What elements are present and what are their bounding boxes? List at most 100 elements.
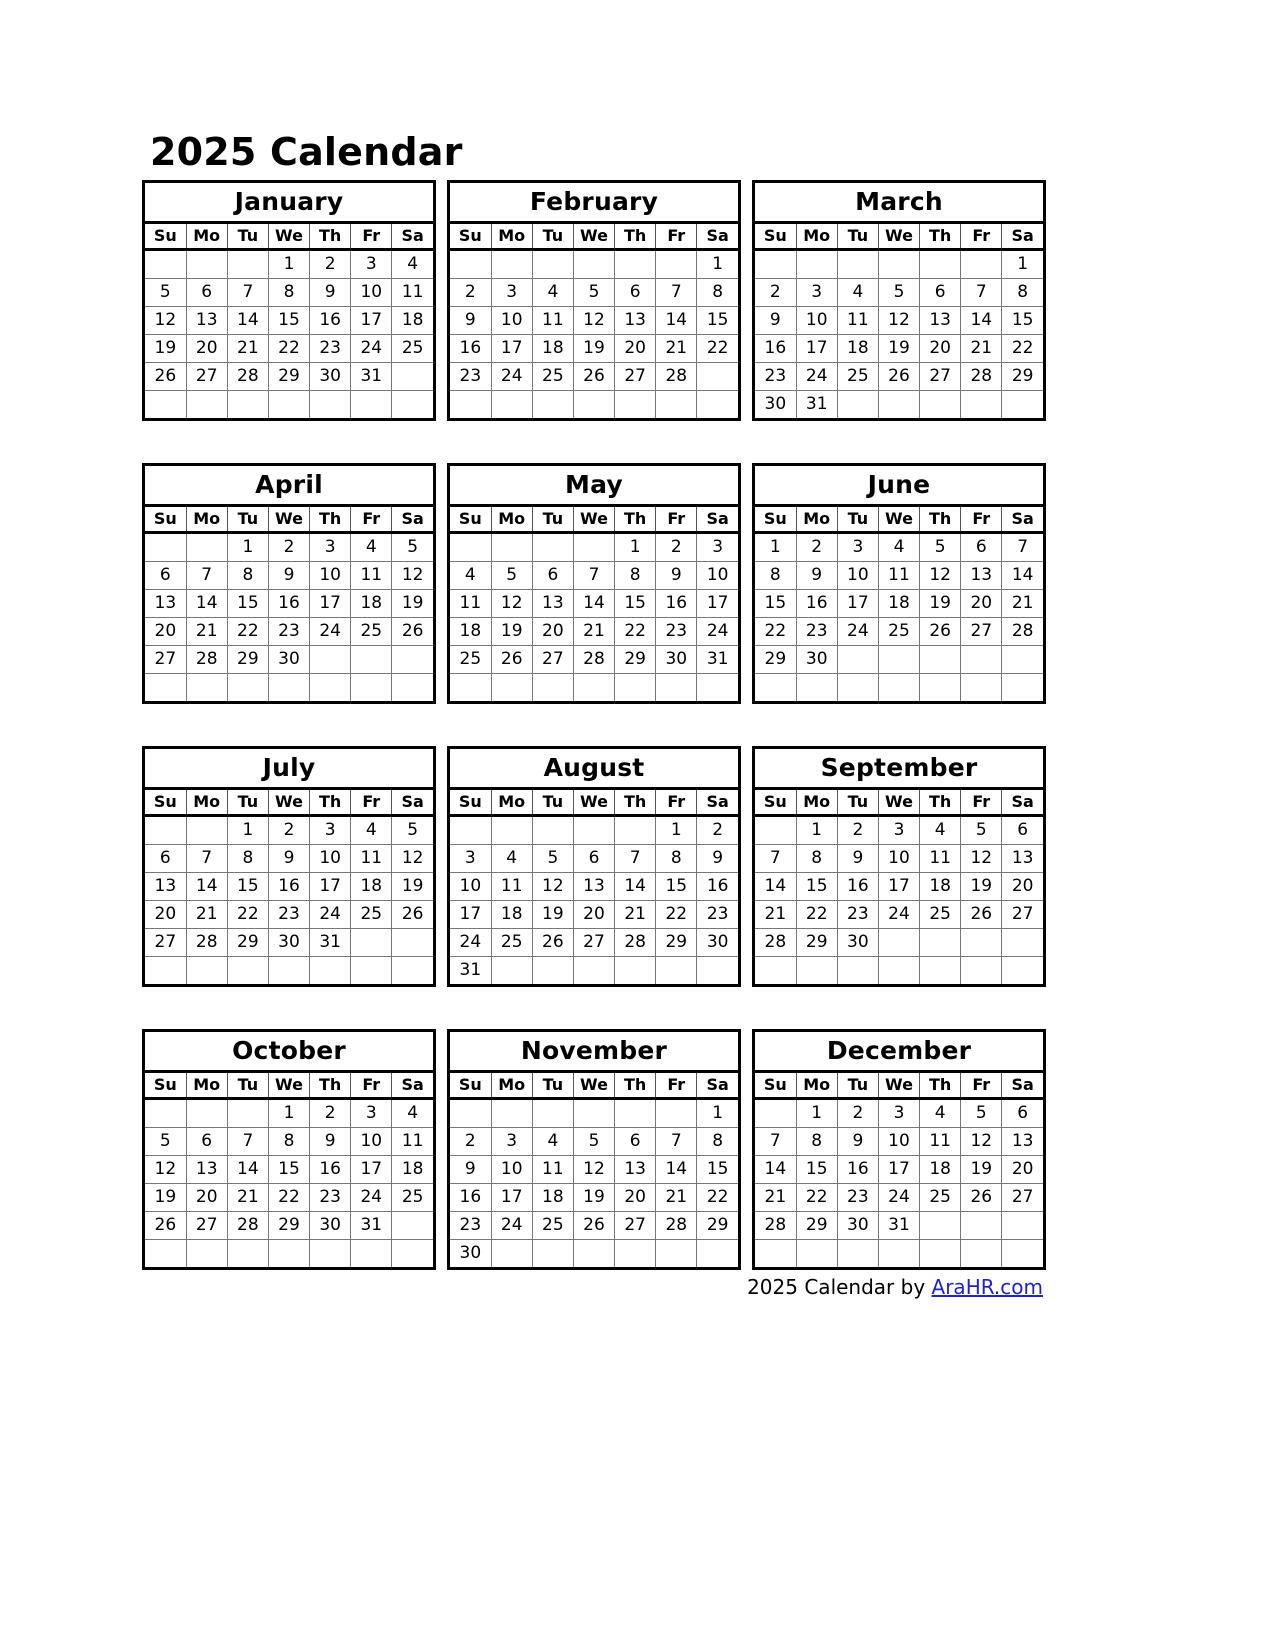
day-cell[interactable]: 15 (227, 872, 269, 901)
day-cell[interactable]: 1 (227, 532, 269, 562)
day-cell[interactable]: 6 (614, 278, 657, 307)
day-cell[interactable]: 8 (1001, 278, 1043, 307)
day-cell[interactable]: 11 (391, 1127, 433, 1156)
day-cell[interactable]: 16 (450, 1183, 492, 1212)
day-cell[interactable]: 19 (391, 872, 433, 901)
day-cell[interactable]: 11 (919, 1127, 962, 1156)
day-cell[interactable]: 20 (186, 1183, 228, 1212)
day-cell[interactable]: 21 (227, 1183, 269, 1212)
day-cell[interactable]: 27 (532, 645, 574, 674)
day-cell[interactable]: 28 (755, 928, 797, 957)
day-cell[interactable]: 19 (145, 1183, 187, 1212)
day-cell[interactable]: 18 (391, 306, 433, 335)
day-cell[interactable]: 3 (309, 815, 352, 845)
day-cell[interactable]: 20 (145, 617, 187, 646)
day-cell[interactable]: 1 (614, 532, 657, 562)
day-cell[interactable]: 18 (450, 617, 492, 646)
day-cell[interactable]: 10 (837, 561, 879, 590)
day-cell[interactable]: 15 (655, 872, 698, 901)
day-cell[interactable]: 9 (450, 1155, 492, 1184)
day-cell[interactable]: 24 (350, 334, 393, 363)
day-cell[interactable]: 16 (755, 334, 797, 363)
day-cell[interactable]: 2 (796, 532, 838, 562)
day-cell[interactable]: 18 (391, 1155, 433, 1184)
day-cell[interactable]: 7 (655, 1127, 698, 1156)
day-cell[interactable]: 9 (268, 844, 311, 873)
day-cell[interactable]: 4 (350, 532, 393, 562)
day-cell[interactable]: 7 (614, 844, 657, 873)
day-cell[interactable]: 23 (696, 900, 738, 929)
day-cell[interactable]: 18 (532, 334, 574, 363)
day-cell[interactable]: 16 (309, 306, 352, 335)
day-cell[interactable]: 4 (837, 278, 879, 307)
day-cell[interactable]: 27 (145, 928, 187, 957)
day-cell[interactable]: 20 (186, 334, 228, 363)
day-cell[interactable]: 9 (755, 306, 797, 335)
day-cell[interactable]: 26 (960, 900, 1003, 929)
day-cell[interactable]: 9 (655, 561, 698, 590)
day-cell[interactable]: 6 (960, 532, 1003, 562)
day-cell[interactable]: 16 (696, 872, 738, 901)
day-cell[interactable]: 2 (837, 1098, 879, 1128)
day-cell[interactable]: 1 (796, 1098, 838, 1128)
day-cell[interactable]: 30 (309, 362, 352, 391)
day-cell[interactable]: 26 (491, 645, 533, 674)
day-cell[interactable]: 10 (491, 306, 533, 335)
day-cell[interactable]: 24 (309, 900, 352, 929)
day-cell[interactable]: 14 (755, 872, 797, 901)
day-cell[interactable]: 21 (960, 334, 1003, 363)
day-cell[interactable]: 13 (614, 1155, 657, 1184)
day-cell[interactable]: 10 (350, 1127, 393, 1156)
day-cell[interactable]: 30 (796, 645, 838, 674)
day-cell[interactable]: 17 (837, 589, 879, 618)
day-cell[interactable]: 17 (491, 334, 533, 363)
day-cell[interactable]: 10 (796, 306, 838, 335)
day-cell[interactable]: 6 (186, 278, 228, 307)
day-cell[interactable]: 15 (268, 306, 311, 335)
day-cell[interactable]: 6 (145, 561, 187, 590)
day-cell[interactable]: 31 (878, 1211, 921, 1240)
day-cell[interactable]: 8 (227, 844, 269, 873)
day-cell[interactable]: 15 (268, 1155, 311, 1184)
day-cell[interactable]: 28 (227, 362, 269, 391)
day-cell[interactable]: 14 (960, 306, 1003, 335)
day-cell[interactable]: 15 (755, 589, 797, 618)
day-cell[interactable]: 11 (491, 872, 533, 901)
day-cell[interactable]: 2 (696, 815, 738, 845)
day-cell[interactable]: 26 (391, 900, 433, 929)
day-cell[interactable]: 22 (614, 617, 657, 646)
day-cell[interactable]: 13 (186, 1155, 228, 1184)
day-cell[interactable]: 5 (573, 278, 616, 307)
day-cell[interactable]: 17 (696, 589, 738, 618)
day-cell[interactable]: 25 (350, 900, 393, 929)
day-cell[interactable]: 16 (837, 872, 879, 901)
day-cell[interactable]: 6 (532, 561, 574, 590)
day-cell[interactable]: 20 (1001, 1155, 1043, 1184)
day-cell[interactable]: 29 (614, 645, 657, 674)
day-cell[interactable]: 14 (227, 306, 269, 335)
day-cell[interactable]: 25 (532, 362, 574, 391)
day-cell[interactable]: 18 (532, 1183, 574, 1212)
day-cell[interactable]: 26 (919, 617, 962, 646)
day-cell[interactable]: 22 (1001, 334, 1043, 363)
day-cell[interactable]: 13 (1001, 1127, 1043, 1156)
day-cell[interactable]: 24 (309, 617, 352, 646)
day-cell[interactable]: 28 (755, 1211, 797, 1240)
day-cell[interactable]: 6 (1001, 1098, 1043, 1128)
day-cell[interactable]: 29 (268, 362, 311, 391)
day-cell[interactable]: 5 (532, 844, 574, 873)
day-cell[interactable]: 5 (491, 561, 533, 590)
day-cell[interactable]: 7 (186, 561, 228, 590)
day-cell[interactable]: 2 (268, 815, 311, 845)
day-cell[interactable]: 20 (960, 589, 1003, 618)
day-cell[interactable]: 31 (696, 645, 738, 674)
day-cell[interactable]: 25 (391, 334, 433, 363)
day-cell[interactable]: 4 (919, 1098, 962, 1128)
day-cell[interactable]: 5 (145, 1127, 187, 1156)
day-cell[interactable]: 11 (532, 306, 574, 335)
day-cell[interactable]: 11 (350, 844, 393, 873)
day-cell[interactable]: 21 (755, 900, 797, 929)
day-cell[interactable]: 22 (655, 900, 698, 929)
day-cell[interactable]: 23 (655, 617, 698, 646)
day-cell[interactable]: 13 (919, 306, 962, 335)
